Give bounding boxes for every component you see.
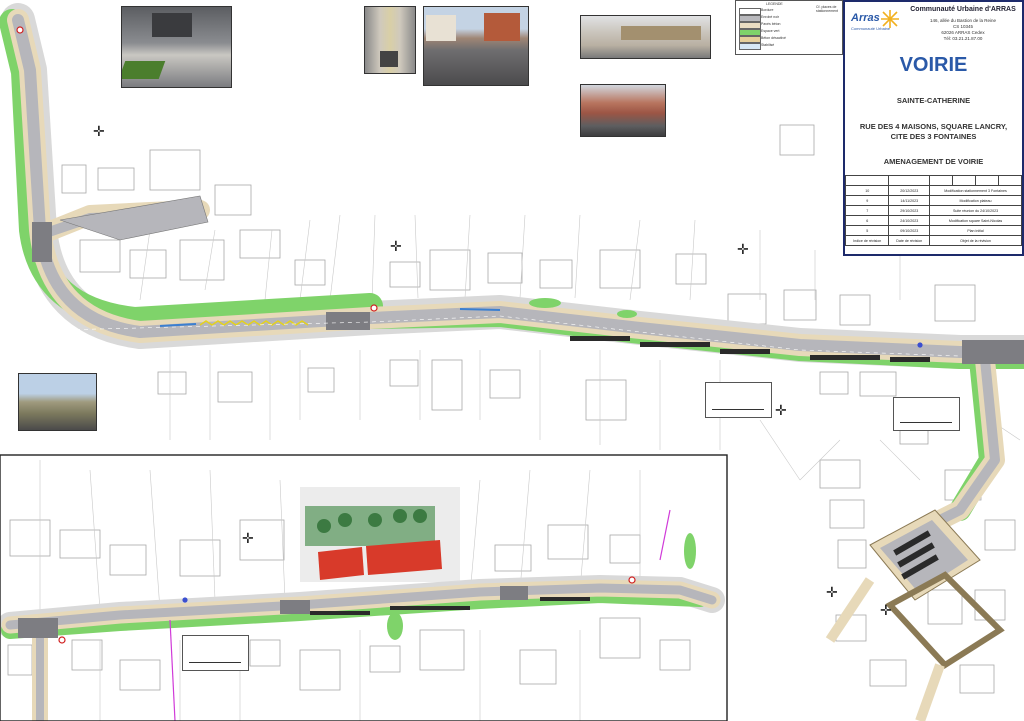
legend-item-label: Espace vert: [761, 29, 780, 33]
street-names: RUE DES 4 MAISONS, SQUARE LANCRY, CITE D…: [859, 122, 1008, 141]
table-row: 9 14/11/2023 Modification plateau: [844, 195, 1022, 206]
photo-houses-street: [423, 6, 529, 86]
revision-header-row: [844, 175, 1023, 186]
revision-table: 10 20/12/2023 Modification stationnement 3…: [844, 175, 1023, 246]
legend-item-label: Stabilisé: [761, 43, 775, 47]
photo-field-path: [18, 373, 97, 431]
legend-swatch: [739, 15, 761, 22]
table-row: 6 24/10/2023 Modification square Saint-Nic…: [844, 215, 1022, 226]
legend-swatch: [739, 29, 761, 36]
plan-title: VOIRIE: [899, 54, 968, 76]
revision-index: 6: [844, 215, 890, 226]
revision-label: Plan initial: [929, 225, 1022, 236]
legend-swatch: [739, 8, 761, 15]
address-line: Tél: 03.21.21.87.00: [943, 36, 983, 41]
revision-label: Modification square Saint-Nicolas: [929, 215, 1022, 226]
legend-item-label: Béton désactivé: [761, 36, 786, 40]
revision-label: Modification stationnement 3 Fontaines: [929, 185, 1022, 196]
revision-label: Modification plateau: [929, 195, 1022, 206]
organisation-address: 146, allée du Bastion de la Reine CS 103…: [903, 18, 1023, 42]
cross-section-1: [705, 382, 772, 418]
photo-paved-strip: [364, 6, 416, 74]
revision-index: 7: [844, 205, 890, 216]
logo-text: Arras: [851, 12, 880, 24]
compass-icon: ✛: [880, 602, 892, 618]
revision-footer-cell: Indice de révision: [844, 235, 890, 246]
revision-date: 29/10/2023: [888, 205, 931, 216]
photo-street-pavement: [121, 6, 232, 88]
compass-icon: ✛: [826, 584, 838, 600]
revision-index: 5: [844, 225, 890, 236]
arras-logo: Arras Communauté Urbaine: [849, 8, 901, 36]
revision-date: 24/10/2023: [888, 215, 931, 226]
plan-subject: AMENAGEMENT DE VOIRIE: [883, 157, 984, 166]
legend-header: LEGENDE: [766, 2, 783, 6]
revision-date: 09/10/2023: [888, 225, 931, 236]
revision-index: 9: [844, 195, 890, 206]
table-row: 5 09/10/2023 Plan initial: [844, 225, 1022, 236]
revision-label: Suite réunion du 24/10/2023: [929, 205, 1022, 216]
photo-low-wall: [580, 84, 666, 137]
sun-icon: [881, 10, 899, 28]
revision-index: 10: [844, 185, 890, 196]
compass-icon: ✛: [390, 238, 402, 254]
table-row: 7 29/10/2023 Suite réunion du 24/10/2023: [844, 205, 1022, 216]
compass-icon: ✛: [775, 402, 787, 418]
legend-parking-note: Cf. places de stationnement: [816, 5, 838, 13]
cross-section-3: [182, 635, 249, 671]
legend-box: LEGENDE Bordure Enrobé noir Pavés béton …: [735, 0, 843, 55]
compass-icon: ✛: [737, 241, 749, 257]
compass-icon: ✛: [93, 123, 105, 139]
revision-footer-cell: Date de révision: [888, 235, 931, 246]
table-row: 10 20/12/2023 Modification stationnement 3…: [844, 185, 1022, 196]
legend-item-label: Pavés béton: [761, 22, 781, 26]
cross-section-2: [893, 397, 960, 431]
compass-icon: ✛: [242, 530, 254, 546]
revision-date: 20/12/2023: [888, 185, 931, 196]
legend-swatch: [739, 36, 761, 43]
photo-planter-wall: [580, 15, 711, 59]
square-trois-fontaines: [825, 509, 1005, 721]
legend-item-label: Enrobé noir: [761, 15, 780, 19]
revision-date: 14/11/2023: [888, 195, 931, 206]
legend-swatch: [739, 22, 761, 29]
organisation-name: Communauté Urbaine d'ARRAS: [910, 6, 1016, 13]
legend-swatch: [739, 43, 761, 50]
title-block: Arras Communauté Urbaine Communauté Urba…: [843, 0, 1024, 256]
revision-footer-cell: Objet de la révision: [929, 235, 1022, 246]
legend-item-label: Bordure: [761, 8, 774, 12]
revision-footer-row: Indice de révision Date de révision Objet …: [844, 235, 1022, 246]
new-housing-rendering: [300, 487, 460, 582]
commune-name: SAINTE-CATHERINE: [896, 96, 971, 105]
square-lancry-area: [59, 195, 209, 241]
